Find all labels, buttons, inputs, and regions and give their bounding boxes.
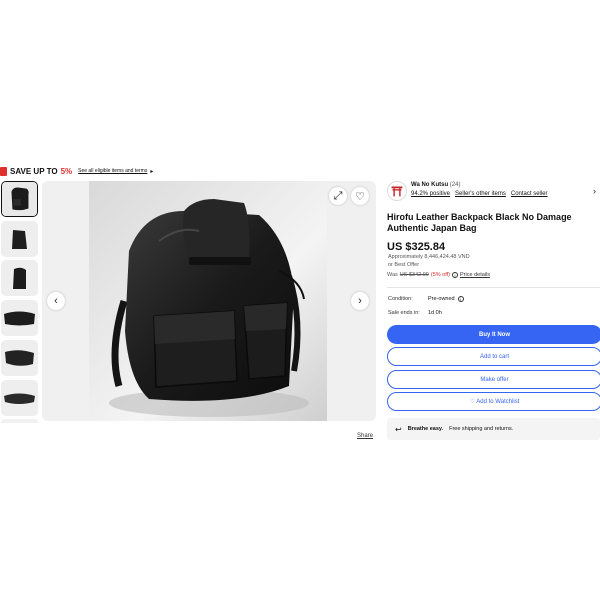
sale-ends-value: 1d 0h [428, 310, 442, 316]
thumbnail-4[interactable] [1, 300, 38, 336]
add-to-watchlist-button[interactable]: ♡ Add to Watchlist [387, 392, 600, 411]
add-to-cart-button[interactable]: Add to cart [387, 347, 600, 366]
seller-chevron-icon[interactable]: › [593, 186, 596, 196]
backpack-back-thumbnail-image [1, 260, 38, 296]
favorite-button[interactable]: ♡ [351, 187, 369, 205]
thumbnail-6[interactable] [1, 380, 38, 416]
seller-links: 94.2% positive Seller's other items Cont… [411, 191, 548, 197]
condition-value: Pre-owned i [428, 296, 464, 302]
share-link[interactable]: Share [357, 433, 373, 439]
seller-other-items-link[interactable]: Seller's other items [455, 191, 506, 197]
promo-percent: 5% [60, 166, 73, 176]
expand-icon: ⤢ [333, 189, 343, 202]
chevron-right-icon: › [358, 295, 362, 307]
was-label: Was [387, 272, 398, 278]
promo-save-text: SAVE UP TO [10, 166, 58, 176]
seller-name[interactable]: Wa No Kutsu (24) [411, 182, 460, 188]
return-arrow-icon: ↩ [395, 424, 402, 434]
backpack-side-thumbnail-image [1, 221, 38, 257]
prev-image-button[interactable]: ‹ [47, 292, 65, 310]
promo-banner: SAVE UP TO 5% See all eligible items and… [0, 165, 153, 177]
breathe-easy-text: Free shipping and returns. [449, 426, 514, 432]
seller-logo[interactable] [387, 181, 407, 201]
buy-it-now-button[interactable]: Buy It Now [387, 325, 600, 344]
breathe-easy-bold: Breathe easy. [407, 426, 444, 432]
thumbnail-7[interactable] [1, 419, 38, 423]
condition-info-icon[interactable]: i [457, 296, 464, 302]
info-icon[interactable]: i [452, 272, 459, 278]
promo-terms-link[interactable]: See all eligible items and terms [78, 168, 147, 174]
item-title: Hirofu Leather Backpack Black No Damage … [387, 212, 572, 233]
seller-feedback-count: (24) [449, 182, 461, 188]
torii-logo-icon [391, 186, 403, 197]
breathe-easy-banner: ↩ Breathe easy. Free shipping and return… [387, 418, 600, 440]
make-offer-button[interactable]: Make offer [387, 370, 600, 389]
thumbnail-3[interactable] [1, 260, 38, 296]
backpack-straps-thumbnail-image [1, 340, 38, 376]
chevron-left-icon: ‹ [54, 295, 58, 307]
backpack-main-image [89, 181, 327, 421]
seller-positive-link[interactable]: 94.2% positive [411, 191, 450, 197]
thumbnail-5[interactable] [1, 340, 38, 376]
condition-value-text: Pre-owned [428, 296, 455, 302]
backpack-detail-thumbnail-image [1, 380, 38, 416]
thumbnail-2[interactable] [1, 221, 38, 257]
contact-seller-link[interactable]: Contact seller [511, 191, 548, 197]
condition-label: Condition: [388, 296, 413, 302]
backpack-flat-thumbnail-image [1, 300, 38, 336]
divider [387, 287, 600, 288]
seller-name-text[interactable]: Wa No Kutsu [411, 182, 448, 188]
promo-arrow-icon: ▸ [150, 168, 154, 175]
backpack-thumbnail-image [2, 182, 37, 216]
discount-percent: (5% off) [430, 272, 451, 278]
approx-price: Approximately 8,446,424.48 VND [388, 254, 470, 260]
heart-icon: ♡ [355, 190, 365, 203]
expand-button[interactable]: ⤢ [329, 187, 347, 205]
sale-ends-label: Sale ends in: [388, 310, 420, 316]
price-details-link[interactable]: Price details [460, 272, 490, 278]
best-offer-text: or Best Offer [388, 262, 420, 268]
item-price: US $325.84 [387, 241, 446, 253]
was-price-row: Was US $342.99 (5% off) i Price details [387, 272, 490, 278]
next-image-button[interactable]: › [351, 292, 369, 310]
was-price: US $342.99 [399, 272, 429, 278]
thumbnail-1[interactable] [1, 181, 38, 217]
sale-tag-icon [0, 166, 7, 176]
